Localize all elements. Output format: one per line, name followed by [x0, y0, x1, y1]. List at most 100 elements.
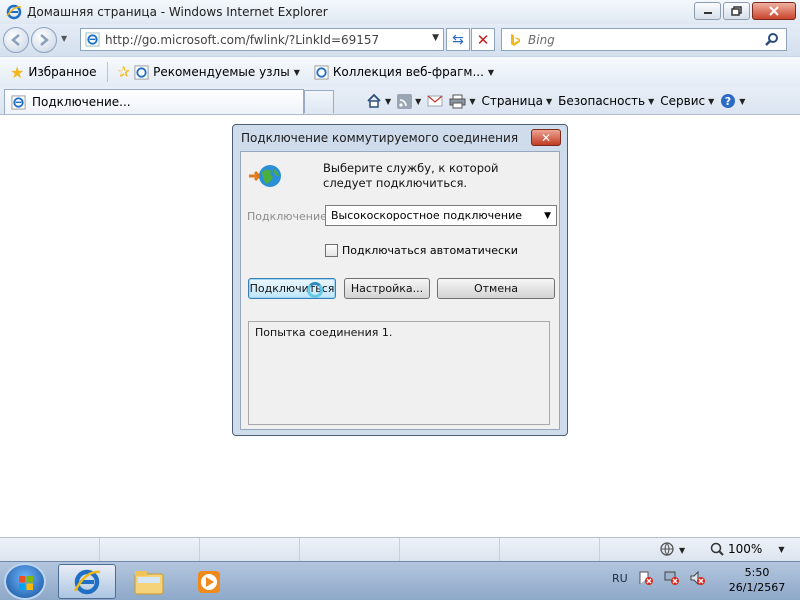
- read-mail-button[interactable]: [427, 95, 443, 107]
- zoom-button[interactable]: 100% ▼: [710, 542, 784, 556]
- chevron-down-icon: ▼: [415, 96, 422, 106]
- navigation-bar: ▼ http://go.microsoft.com/fwlink/?LinkId…: [0, 24, 800, 56]
- print-button[interactable]: ▼: [449, 94, 475, 109]
- command-bar: ▼ ▼ ▼ Страница ▼ Безопасность ▼ Сервис ▼…: [366, 90, 745, 112]
- chevron-down-icon: ▼: [739, 96, 746, 106]
- address-url: http://go.microsoft.com/fwlink/?LinkId=6…: [105, 32, 380, 47]
- safety-menu[interactable]: Безопасность ▼: [558, 94, 654, 108]
- taskbar-media-player[interactable]: [180, 564, 238, 599]
- chevron-down-icon: ▼: [708, 96, 715, 106]
- network-disconnected-icon[interactable]: [664, 570, 680, 586]
- help-button[interactable]: ? ▼: [720, 93, 745, 109]
- language-indicator[interactable]: RU: [612, 572, 628, 585]
- zoom-icon: [710, 542, 724, 556]
- action-center-warning-icon[interactable]: [638, 570, 654, 586]
- tools-menu-label: Сервис: [660, 94, 706, 108]
- connect-button[interactable]: Подключиться: [248, 278, 336, 299]
- folder-icon: [134, 570, 164, 594]
- clock-date: 26/1/2567: [728, 581, 786, 594]
- web-slice-gallery-label: Коллекция веб-фрагм...: [332, 65, 484, 79]
- connection-label: Подключение:: [247, 210, 331, 223]
- stop-button[interactable]: ✕: [471, 28, 495, 51]
- suggested-sites-button[interactable]: ✰ Рекомендуемые узлы ▼: [114, 61, 304, 83]
- dialup-connection-dialog: Подключение коммутируемого соединения ✕ …: [232, 124, 568, 436]
- chevron-down-icon: ▼: [469, 96, 476, 106]
- settings-button[interactable]: Настройка...: [344, 278, 430, 299]
- forward-arrow-icon: [40, 34, 49, 46]
- connection-status-box: Попытка соединения 1.: [248, 321, 550, 425]
- auto-connect-checkbox[interactable]: [325, 244, 338, 257]
- safety-menu-label: Безопасность: [558, 94, 646, 108]
- close-window-button[interactable]: [752, 2, 796, 20]
- bing-icon: [511, 34, 520, 46]
- dialog-titlebar[interactable]: Подключение коммутируемого соединения: [233, 125, 567, 151]
- minimize-button[interactable]: [694, 2, 721, 20]
- minimize-icon: [703, 12, 712, 14]
- web-slice-gallery-button[interactable]: Коллекция веб-фрагм... ▼: [310, 63, 498, 82]
- start-button[interactable]: [4, 563, 46, 600]
- page-ie-icon: [11, 94, 26, 110]
- feeds-button[interactable]: ▼: [397, 93, 422, 109]
- favorites-button[interactable]: ★ Избранное: [6, 61, 101, 84]
- window-title: Домашняя страница - Windows Internet Exp…: [27, 5, 328, 19]
- new-tab-button[interactable]: [304, 90, 334, 113]
- address-field[interactable]: http://go.microsoft.com/fwlink/?LinkId=6…: [80, 28, 444, 51]
- volume-muted-icon[interactable]: [690, 570, 706, 586]
- auto-connect-option[interactable]: Подключаться автоматически: [325, 244, 518, 257]
- cancel-button[interactable]: Отмена: [437, 278, 555, 299]
- home-button[interactable]: ▼: [366, 93, 391, 109]
- star-icon: ★: [10, 62, 25, 82]
- chevron-down-icon: ▼: [293, 67, 300, 77]
- chevron-down-icon: ▼: [545, 96, 553, 106]
- back-button[interactable]: [3, 27, 29, 53]
- dialog-title: Подключение коммутируемого соединения: [241, 131, 519, 145]
- page-ie-icon: [314, 64, 329, 80]
- tab-label: Подключение...: [32, 95, 131, 109]
- address-dropdown-icon[interactable]: ▼: [432, 33, 439, 43]
- close-icon: ✕: [540, 130, 552, 145]
- tab-bar: Подключение... ▼ ▼ ▼ Страница ▼ Безопасн…: [0, 87, 800, 115]
- chevron-down-icon: ▼: [544, 211, 551, 221]
- chevron-down-icon: ▼: [385, 96, 392, 106]
- dialog-body: Выберите службу, к которой следует подкл…: [240, 151, 560, 430]
- media-player-icon: [198, 570, 220, 593]
- page-menu[interactable]: Страница ▼: [481, 94, 552, 108]
- page-ie-icon: [85, 32, 100, 47]
- add-favorites-icon: ✰: [117, 63, 131, 81]
- system-tray: RU: [612, 570, 706, 586]
- busy-cursor-icon: [307, 282, 323, 298]
- recent-pages-dropdown[interactable]: ▼: [61, 34, 67, 43]
- cancel-button-label: Отмена: [473, 282, 519, 295]
- help-icon: ?: [721, 94, 736, 108]
- suggested-sites-label: Рекомендуемые узлы: [153, 65, 290, 79]
- refresh-button[interactable]: ⇆: [446, 28, 470, 51]
- taskbar-windows-explorer[interactable]: [120, 564, 178, 599]
- connection-status-text: Попытка соединения 1.: [255, 326, 393, 339]
- search-input[interactable]: Bing: [501, 28, 787, 51]
- stop-icon: ✕: [476, 30, 490, 49]
- network-globe-icon: [249, 165, 281, 187]
- chevron-down-icon: ▼: [487, 67, 495, 77]
- forward-button[interactable]: [31, 27, 57, 53]
- favorites-label: Избранное: [28, 65, 97, 79]
- maximize-button[interactable]: [723, 2, 750, 20]
- page-ie-icon: [134, 64, 149, 80]
- dialog-close-button[interactable]: ✕: [531, 129, 561, 146]
- window-titlebar[interactable]: Домашняя страница - Windows Internet Exp…: [0, 0, 800, 24]
- tab-connecting[interactable]: Подключение...: [4, 89, 304, 114]
- taskbar-internet-explorer[interactable]: [58, 564, 116, 599]
- taskbar-clock[interactable]: 5:50 26/1/2567: [718, 565, 796, 595]
- windows-taskbar: RU 5:50 26/1/2567: [0, 561, 800, 600]
- protected-mode-button[interactable]: ▼: [660, 542, 685, 558]
- home-icon: [367, 93, 381, 108]
- page-menu-label: Страница: [481, 94, 543, 108]
- search-icon[interactable]: [764, 32, 780, 48]
- tools-menu[interactable]: Сервис ▼: [660, 94, 714, 108]
- mail-icon: [427, 95, 443, 107]
- chevron-down-icon: ▼: [679, 545, 686, 555]
- refresh-icon: ⇆: [452, 31, 464, 48]
- ie-logo-icon: [6, 4, 22, 20]
- zoom-level: 100%: [728, 542, 763, 556]
- connection-select[interactable]: Высокоскоростное подключение ▼: [325, 205, 557, 226]
- chevron-down-icon: ▼: [648, 96, 655, 106]
